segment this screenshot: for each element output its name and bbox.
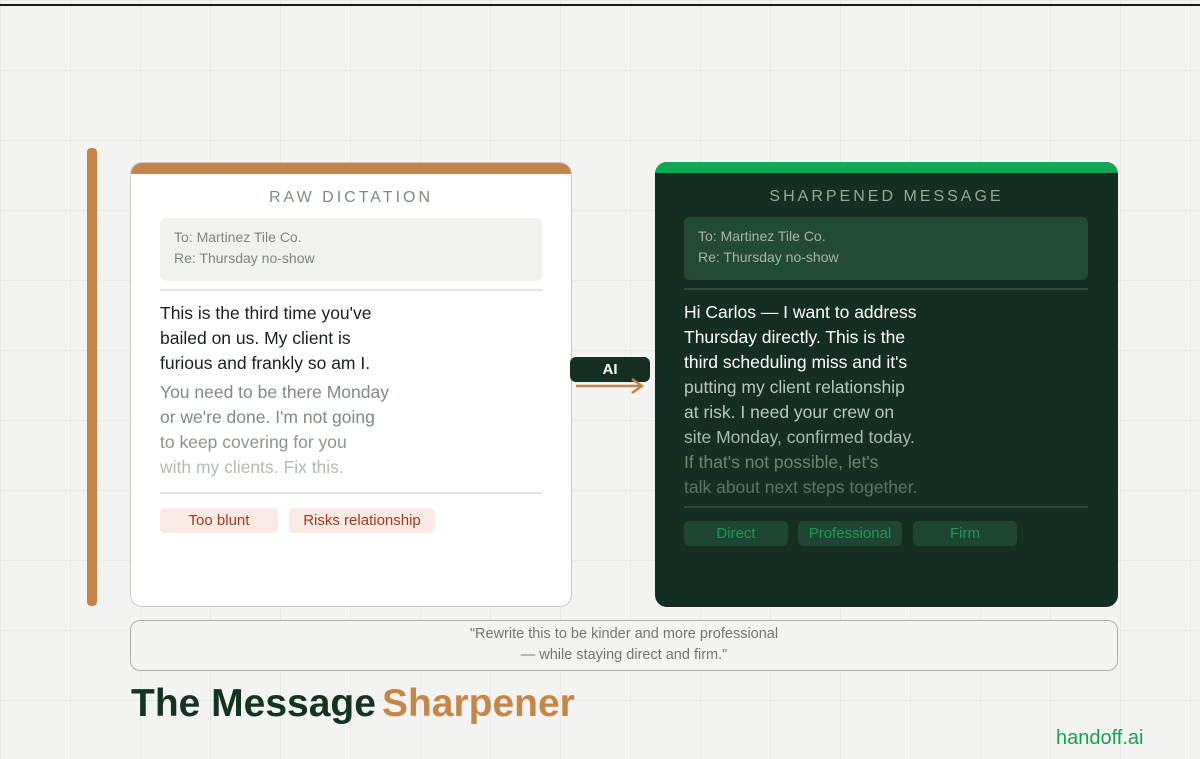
raw-dictation-panel: RAW DICTATION To: Martinez Tile Co. Re: … [130,162,572,607]
raw-line: or we're done. I'm not going [160,407,375,427]
sharp-line: site Monday, confirmed today. [684,427,915,447]
sharp-panel-title: SHARPENED MESSAGE [769,188,1004,205]
raw-line: furious and frankly so am I. [160,353,371,373]
site-link[interactable]: handoff.ai [1056,727,1144,750]
tag-too-blunt: Too blunt [160,508,278,533]
raw-body-text: This is the third time you've bailed on … [160,301,389,480]
raw-header-to: To: Martinez Tile Co. [174,229,302,245]
tag-direct: Direct [684,521,788,546]
prompt-line-2: — while staying direct and firm." [520,647,728,663]
raw-line: This is the third time you've [160,303,372,323]
sharp-line: at risk. I need your crew on [684,402,895,422]
raw-panel-title: RAW DICTATION [268,189,434,206]
sharp-divider-top [684,288,1088,290]
sharp-header-to: To: Martinez Tile Co. [698,228,826,244]
sharp-header-re: Re: Thursday no-show [698,249,839,265]
sharp-line: talk about next steps together. [684,477,918,497]
raw-divider-bottom [160,492,542,494]
brand-title-part2: Sharpener [381,682,575,725]
raw-panel-topbar [131,163,571,174]
arrow-right-icon [576,377,645,395]
prompt-box: "Rewrite this to be kinder and more prof… [130,620,1118,671]
raw-line: with my clients. Fix this. [160,457,344,477]
raw-line: You need to be there Monday [160,382,389,402]
brand-title-part1: The Message [131,682,376,725]
sharp-line: third scheduling miss and it's [684,352,908,372]
raw-line: bailed on us. My client is [160,328,351,348]
tag-risks-relationship: Risks relationship [289,508,435,533]
sharp-divider-bottom [684,506,1088,508]
sharp-header-box: To: Martinez Tile Co. Re: Thursday no-sh… [684,217,1088,280]
sharp-line: If that's not possible, let's [684,452,879,472]
prompt-line-1: "Rewrite this to be kinder and more prof… [469,626,779,642]
raw-line: to keep covering for you [160,432,347,452]
brand-title: The Message Sharpener [131,680,575,728]
accent-bar [87,148,97,606]
sharp-line: Hi Carlos — I want to address [684,302,917,322]
tag-firm: Firm [913,521,1017,546]
top-rule [0,4,1200,6]
sharp-panel-topbar [655,162,1118,173]
sharpened-message-panel: SHARPENED MESSAGE To: Martinez Tile Co. … [655,162,1118,607]
sharp-line: Thursday directly. This is the [684,327,906,347]
tag-professional: Professional [798,521,902,546]
sharp-line: putting my client relationship [684,377,905,397]
raw-header-box: To: Martinez Tile Co. Re: Thursday no-sh… [160,218,542,281]
sharp-body-text: Hi Carlos — I want to address Thursday d… [684,300,918,500]
raw-header-re: Re: Thursday no-show [174,250,315,266]
raw-divider-top [160,289,542,291]
